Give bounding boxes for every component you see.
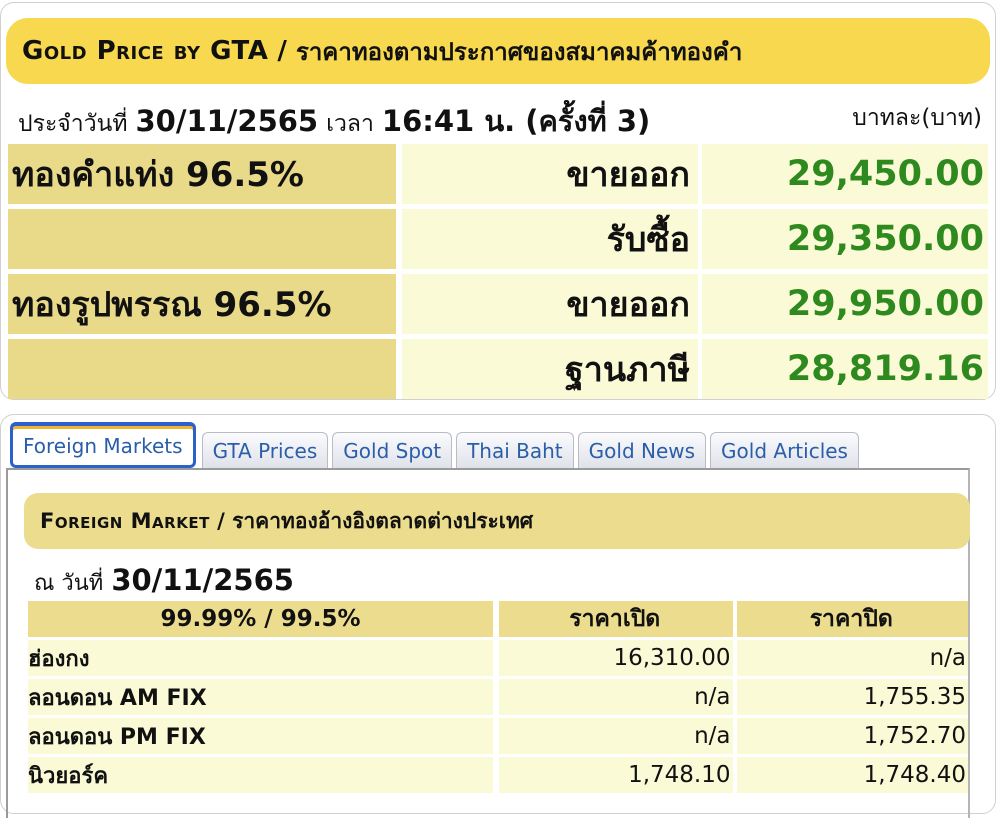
close-price: 1,748.40 [736, 757, 968, 793]
fm-title-en: Foreign Market [40, 509, 210, 533]
gta-price-table: ทองคำแท่ง 96.5% ขายออก 29,450.00 รับซื้อ… [8, 144, 988, 404]
unit-label: บาทละ(บาท) [852, 105, 982, 131]
fm-title-sep: / [209, 509, 233, 533]
open-price: 1,748.10 [499, 757, 733, 793]
close-price: n/a [736, 640, 968, 676]
gta-title-th: ราคาทองตามประกาศของสมาคมค้าทองคำ [295, 37, 743, 66]
market-name: ฮ่องกง [28, 640, 493, 676]
tab-gold-articles[interactable]: Gold Articles [710, 432, 859, 468]
close-price: 1,752.70 [736, 718, 968, 754]
date-label: ประจำวันที่ [18, 111, 128, 137]
price-value: 29,350.00 [702, 209, 988, 269]
price-row: ทองคำแท่ง 96.5% ขายออก 29,450.00 [8, 144, 988, 204]
fm-title-th: ราคาทองอ้างอิงตลาดต่างประเทศ [232, 508, 534, 533]
table-row: ลอนดอน AM FIX n/a 1,755.35 [28, 679, 968, 715]
column-header-close: ราคาปิด [736, 601, 968, 637]
open-price: n/a [499, 718, 733, 754]
price-type: ขายออก [402, 144, 698, 204]
fm-date-label: ณ วันที่ [34, 571, 104, 596]
table-row: นิวยอร์ค 1,748.10 1,748.40 [28, 757, 968, 793]
tab-foreign-markets[interactable]: Foreign Markets [10, 422, 196, 468]
column-header-open: ราคาเปิด [499, 601, 733, 637]
foreign-market-header: Foreign Market / ราคาทองอ้างอิงตลาดต่างป… [24, 493, 970, 549]
gold-type-name: ทองรูปพรรณ 96.5% [8, 274, 396, 334]
gold-type-name [8, 209, 396, 269]
gta-title-en: Gold Price by GTA [22, 36, 269, 66]
price-type: ฐานภาษี [402, 339, 698, 399]
tab-gta-prices[interactable]: GTA Prices [201, 432, 329, 468]
table-row: ลอนดอน PM FIX n/a 1,752.70 [28, 718, 968, 754]
price-value: 29,950.00 [702, 274, 988, 334]
price-row: รับซื้อ 29,350.00 [8, 209, 988, 269]
gta-title-sep: / [268, 36, 296, 66]
gta-header: Gold Price by GTA / ราคาทองตามประกาศของส… [6, 18, 990, 84]
open-price: 16,310.00 [499, 640, 733, 676]
price-value: 29,450.00 [702, 144, 988, 204]
price-row: ทองรูปพรรณ 96.5% ขายออก 29,950.00 [8, 274, 988, 334]
table-row: ฮ่องกง 16,310.00 n/a [28, 640, 968, 676]
foreign-market-table: 99.99% / 99.5% ราคาเปิด ราคาปิด ฮ่องกง 1… [28, 601, 968, 796]
announcement-date: 30/11/2565 [135, 104, 319, 138]
fm-date-row: ณ วันที่ 30/11/2565 [34, 563, 294, 600]
tab-gold-spot[interactable]: Gold Spot [332, 432, 453, 468]
market-name: นิวยอร์ค [28, 757, 493, 793]
announcement-time: 16:41 น. (ครั้งที่ 3) [381, 104, 651, 138]
market-name: ลอนดอน AM FIX [28, 679, 493, 715]
price-value: 28,819.16 [702, 339, 988, 399]
fm-date: 30/11/2565 [111, 563, 294, 597]
gta-date-row: ประจำวันที่ 30/11/2565 เวลา 16:41 น. (คร… [18, 98, 658, 138]
tab-gold-news[interactable]: Gold News [577, 432, 707, 468]
open-price: n/a [499, 679, 733, 715]
time-label: เวลา [326, 111, 374, 137]
gold-type-name: ทองคำแท่ง 96.5% [8, 144, 396, 204]
tab-bar: Foreign Markets GTA Prices Gold Spot Tha… [10, 420, 863, 468]
price-type: รับซื้อ [402, 209, 698, 269]
column-header-purity: 99.99% / 99.5% [28, 601, 493, 637]
close-price: 1,755.35 [736, 679, 968, 715]
table-header-row: 99.99% / 99.5% ราคาเปิด ราคาปิด [28, 601, 968, 637]
market-name: ลอนดอน PM FIX [28, 718, 493, 754]
tab-thai-baht[interactable]: Thai Baht [456, 432, 574, 468]
price-row: ฐานภาษี 28,819.16 [8, 339, 988, 399]
gold-type-name [8, 339, 396, 399]
price-type: ขายออก [402, 274, 698, 334]
